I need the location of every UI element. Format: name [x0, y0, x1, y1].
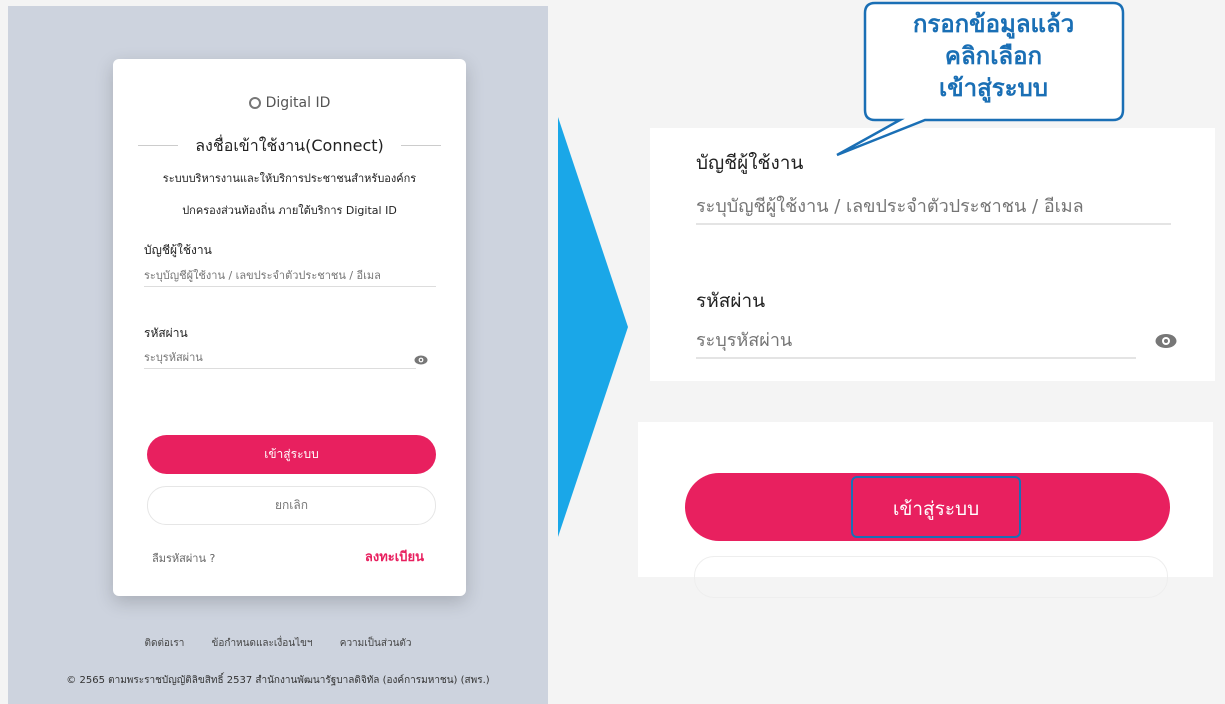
divider: [401, 145, 441, 146]
fingerprint-icon: [248, 97, 261, 109]
contact-link[interactable]: ติดต่อเรา: [144, 638, 184, 649]
login-page-background: Digital ID ลงชื่อเข้าใช้งาน(Connect) ระบ…: [8, 6, 548, 704]
callout-line-2: คลิกเลือก: [944, 42, 1043, 70]
login-button[interactable]: เข้าสู่ระบบ: [147, 435, 436, 474]
zoomed-login-button-area: เข้าสู่ระบบ: [638, 422, 1213, 598]
username-label: บัญชีผู้ใช้งาน: [144, 243, 212, 257]
logo-text: Digital ID: [265, 95, 331, 111]
zoom-cancel-button-edge: [694, 556, 1168, 598]
cancel-button[interactable]: ยกเลิก: [147, 486, 436, 525]
zoom-password-label: รหัสผ่าน: [696, 290, 766, 312]
subtitle-line-2: ปกครองส่วนท้องถิ่น ภายใต้บริการ Digital …: [182, 204, 397, 217]
digital-id-logo: Digital ID: [113, 95, 466, 111]
callout-text: กรอกข้อมูลแล้ว คลิกเลือก เข้าสู่ระบบ: [866, 8, 1121, 104]
password-input[interactable]: [144, 347, 416, 369]
subtitle-line-1: ระบบบริหารงานและให้บริการประชาชนสำหรับอง…: [162, 172, 417, 185]
show-password-eye-icon[interactable]: [414, 353, 428, 367]
divider: [138, 145, 178, 146]
password-label: รหัสผ่าน: [144, 326, 188, 340]
login-title-row: ลงชื่อเข้าใช้งาน(Connect): [138, 134, 441, 158]
zoom-username-label: บัญชีผู้ใช้งาน: [696, 152, 804, 174]
page-title: ลงชื่อเข้าใช้งาน(Connect): [195, 136, 384, 155]
login-card: Digital ID ลงชื่อเข้าใช้งาน(Connect) ระบ…: [113, 59, 466, 596]
username-input[interactable]: [144, 265, 436, 287]
callout-line-1: กรอกข้อมูลแล้ว: [912, 10, 1075, 38]
callout-line-3: เข้าสู่ระบบ: [939, 74, 1048, 102]
privacy-link[interactable]: ความเป็นส่วนตัว: [340, 638, 412, 649]
footer-links: ติดต่อเรา ข้อกำหนดและเงื่อนไขฯ ความเป็นส…: [8, 636, 548, 651]
zoom-login-button[interactable]: เข้าสู่ระบบ: [851, 476, 1021, 538]
forgot-password-link[interactable]: ลืมรหัสผ่าน ?: [152, 549, 215, 567]
terms-link[interactable]: ข้อกำหนดและเงื่อนไขฯ: [212, 638, 313, 649]
register-link[interactable]: ลงทะเบียน: [365, 546, 424, 567]
copyright-text: © 2565 ตามพระราชบัญญัติลิขสิทธิ์ 2537 สำ…: [66, 675, 490, 686]
pointer-arrow-shape: [558, 117, 628, 537]
zoom-username-input[interactable]: [696, 190, 1171, 225]
zoom-password-input[interactable]: [696, 324, 1136, 359]
zoom-eye-icon[interactable]: [1155, 330, 1177, 352]
